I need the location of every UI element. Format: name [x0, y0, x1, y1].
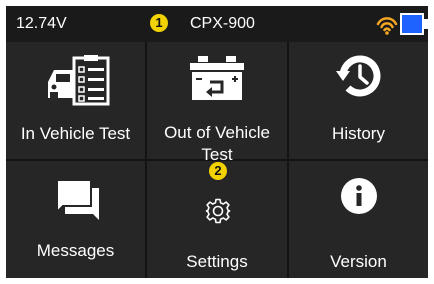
tile-label-in-vehicle-test: In Vehicle Test — [20, 124, 131, 143]
callout-marker-2: 2 — [209, 162, 227, 180]
status-bar: 12.74V 1 CPX-900 — [6, 6, 428, 42]
gear-icon — [205, 198, 231, 224]
tile-label-out-of-vehicle-test-line1: Out of Vehicle — [164, 123, 270, 142]
tile-label-settings: Settings — [186, 252, 248, 271]
wifi-icon — [376, 17, 398, 35]
history-icon — [336, 55, 381, 97]
tile-history[interactable]: History — [289, 42, 428, 159]
tile-label-messages: Messages — [36, 241, 115, 260]
battery-test-icon — [190, 56, 244, 100]
callout-marker-1: 1 — [150, 14, 168, 32]
car-checklist-icon — [48, 55, 110, 106]
tile-out-of-vehicle-test[interactable]: Out of Vehicle Test — [147, 42, 287, 164]
tile-version[interactable]: Version — [289, 161, 428, 278]
device-name: CPX-900 — [190, 15, 255, 32]
main-menu-grid: In Vehicle Test Out of Vehicle Test Hist… — [6, 42, 428, 278]
device-screen: 12.74V 1 CPX-900 In Vehicle Test Out of … — [6, 6, 428, 278]
messages-icon — [56, 179, 99, 220]
tile-label-history: History — [332, 124, 385, 143]
tile-messages[interactable]: Messages — [6, 161, 145, 278]
tile-in-vehicle-test[interactable]: In Vehicle Test — [6, 42, 145, 159]
battery-icon — [400, 13, 424, 35]
tile-label-version: Version — [330, 252, 387, 271]
battery-terminal — [424, 19, 428, 29]
voltage-readout: 12.74V — [16, 15, 67, 32]
info-icon — [341, 178, 377, 214]
